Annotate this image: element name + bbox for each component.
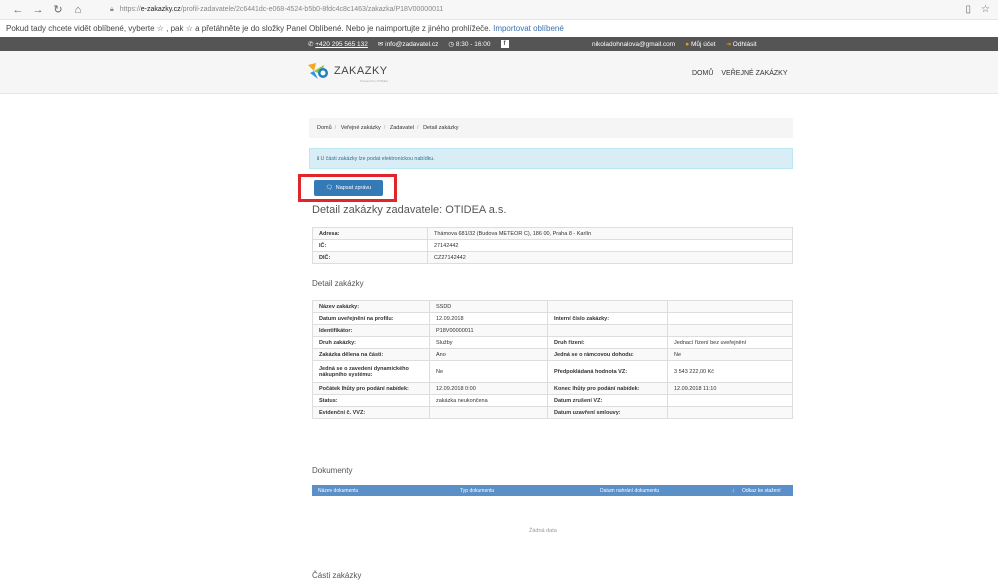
my-account-link[interactable]: ● Můj účet (685, 41, 715, 48)
column-header[interactable]: Odkaz ke stažení (742, 488, 781, 494)
table-row: Název zakázky: SSDD (312, 300, 793, 313)
site-header: ZAKAZKY Powered by OTIDEA DOMŮ VEŘEJNÉ Z… (0, 51, 998, 94)
detail-table: Název zakázky: SSDD Datum uveřejnění na p… (312, 300, 793, 419)
table-row: Adresa: Thámova 681/32 (Budova METEOR C),… (312, 227, 793, 240)
table-row: Identifikátor: P18V00000011 (312, 324, 793, 337)
write-message-button[interactable]: 🗨︎ Napsat zprávu (314, 180, 383, 196)
back-icon[interactable]: ← (8, 4, 28, 16)
lock-icon: 🔒︎ (110, 5, 114, 13)
table-row: Zakázka dělena na části: Ano Jedná se o rá… (312, 348, 793, 361)
table-row: Datum uveřejnění na profilu: 12.09.2018 In… (312, 312, 793, 325)
breadcrumb: Domů / Veřejné zakázky / Zadavatel / Detail… (309, 118, 793, 138)
breadcrumb-current: Detail zakázky (423, 125, 459, 131)
breadcrumb-home[interactable]: Domů (317, 125, 332, 131)
user-email: nikoladohnalova@gmail.com (592, 40, 676, 48)
user-icon: ● (685, 40, 690, 48)
main-nav: DOMŮ VEŘEJNÉ ZAKÁZKY (692, 70, 788, 77)
phone-link[interactable]: ✆ +420 295 565 132 (308, 40, 368, 48)
forward-icon[interactable]: → (28, 4, 48, 16)
favorite-star-icon[interactable]: ☆ (981, 4, 990, 15)
logout-link[interactable]: ⇥ Odhlásit (726, 40, 757, 48)
sort-icon[interactable]: ↕ (732, 488, 735, 494)
main-content: Domů / Veřejné zakázky / Zadavatel / Detail… (298, 118, 793, 580)
facebook-icon[interactable]: f (500, 40, 509, 48)
table-row: IČ: 27142442 (312, 239, 793, 252)
chat-bubble-icon: 🗨︎ (325, 185, 333, 191)
phone-icon: ✆ (308, 41, 314, 48)
table-row: Evidenční č. VVZ: Datum uzavření smlouvy: (312, 406, 793, 419)
nav-public-contracts[interactable]: VEŘEJNÉ ZAKÁZKY (721, 70, 787, 77)
logo-mark-icon (308, 63, 328, 79)
address-bar[interactable]: 🔒︎ https://e-zakazky.cz/profil-zadavatel… (110, 6, 966, 14)
envelope-icon: ✉ (377, 41, 384, 48)
column-header[interactable]: Typ dokumentu (460, 488, 494, 494)
table-row: Status: zakázka neukončena Datum zrušení V… (312, 394, 793, 407)
logo-subtitle: Powered by OTIDEA (360, 79, 388, 83)
home-icon[interactable]: ⌂ (68, 4, 88, 16)
email-link[interactable]: ✉ info@zadavatel.cz (378, 40, 438, 48)
column-header[interactable]: Název dokumentu (318, 488, 358, 494)
documents-table-header: Název dokumentu Typ dokumentu Datum nahr… (312, 485, 793, 496)
breadcrumb-contracts[interactable]: Veřejné zakázky (341, 125, 381, 131)
breadcrumb-contracting-authority[interactable]: Zadavatel (390, 125, 414, 131)
import-favorites-link[interactable]: Importovat oblíbené (493, 24, 564, 33)
clock-icon: ◷ (448, 41, 455, 48)
table-row: Počátek lhůty pro podání nabídek: 12.09.2… (312, 382, 793, 395)
favorites-bar: Pokud tady chcete vidět oblíbené, vybert… (0, 20, 998, 37)
detail-heading: Detail zakázky (312, 279, 364, 288)
nav-home[interactable]: DOMŮ (692, 70, 713, 77)
browser-toolbar: ← → ↻ ⌂ 🔒︎ https://e-zakazky.cz/profil-z… (0, 0, 998, 20)
top-contact-bar: ✆ +420 295 565 132 ✉ info@zadavatel.cz ◷… (0, 37, 998, 51)
column-header[interactable]: Datum nahrání dokumentu (600, 488, 659, 494)
page-title: Detail zakázky zadavatele: OTIDEA a.s. (312, 204, 507, 216)
documents-heading: Dokumenty (312, 466, 353, 475)
logo-text: ZAKAZKY (334, 65, 388, 77)
table-row: DIČ: CZ27142442 (312, 251, 793, 264)
info-alert: ℹ U části zakázky lze podat elektronicko… (309, 148, 793, 169)
reading-view-icon[interactable]: ▯ (966, 4, 972, 15)
table-row: Jedná se o zavedení dynamického nákupníh… (312, 360, 793, 383)
opening-hours: ◷ 8:30 - 16:00 (448, 41, 491, 48)
refresh-icon[interactable]: ↻ (48, 3, 68, 16)
contractor-table: Adresa: Thámova 681/32 (Budova METEOR C),… (312, 227, 793, 264)
logout-icon: ⇥ (725, 41, 731, 48)
site-logo[interactable]: ZAKAZKY (306, 61, 388, 81)
empty-state: Žádná data (529, 528, 557, 534)
table-row: Druh zakázky: Služby Druh řízení: Jednací ř… (312, 336, 793, 349)
